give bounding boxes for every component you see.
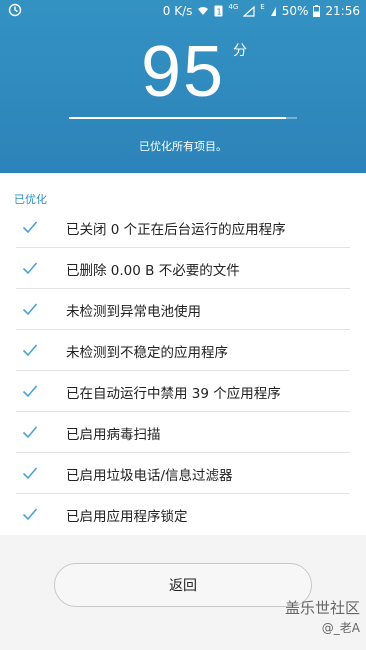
- list-item: 已启用垃圾电话/信息过滤器: [0, 453, 366, 494]
- check-icon: [22, 262, 38, 275]
- list-item-label: 已删除 0.00 B 不必要的文件: [66, 263, 240, 279]
- score-value: 95: [141, 32, 226, 112]
- svg-text:1: 1: [217, 8, 222, 17]
- list-item-label: 已启用应用程序锁定: [66, 509, 188, 525]
- list-item: 已启用应用程序锁定: [0, 494, 366, 535]
- check-icon: [22, 385, 38, 398]
- sim-icon: 1: [214, 5, 223, 17]
- list-item: 已启用病毒扫描: [0, 412, 366, 453]
- watermark-line-2: @_老A: [321, 621, 360, 635]
- network-type: 4G: [228, 3, 239, 11]
- score-area: 95 分: [0, 30, 366, 112]
- section-title: 已优化: [14, 193, 47, 206]
- list-item: 未检测到异常电池使用: [0, 289, 366, 330]
- back-button[interactable]: 返回: [54, 563, 312, 607]
- network-type-2: E: [260, 3, 265, 11]
- list-item: 未检测到不稳定的应用程序: [0, 330, 366, 371]
- list-item-label: 未检测到异常电池使用: [66, 304, 201, 320]
- optimization-summary: 已优化所有项目。: [139, 140, 227, 153]
- battery-icon: [313, 5, 321, 17]
- clock: 21:56: [325, 4, 360, 18]
- check-icon: [22, 508, 38, 521]
- score-unit: 分: [233, 43, 247, 59]
- signal-icon-2: [270, 6, 276, 16]
- battery-percent: 50%: [281, 4, 309, 18]
- signal-icon: [243, 5, 255, 17]
- check-icon: [22, 303, 38, 316]
- list-item-label: 已启用病毒扫描: [66, 427, 161, 443]
- score-progress-fill: [69, 117, 286, 119]
- check-icon: [22, 426, 38, 439]
- watermark: 盖乐世社区 @_老A: [285, 598, 360, 638]
- header-panel: 0 K/s 1 4G E 50% 21:56 95 分 已优化所有项目。: [0, 0, 366, 173]
- score-progress-track: [69, 117, 297, 119]
- list-item-label: 未检测到不稳定的应用程序: [66, 345, 228, 361]
- check-icon: [22, 344, 38, 357]
- list-item-label: 已启用垃圾电话/信息过滤器: [66, 468, 233, 484]
- list-item: 已在自动运行中禁用 39 个应用程序: [0, 371, 366, 412]
- check-icon: [22, 221, 38, 234]
- device-care-icon: [8, 3, 22, 17]
- wifi-icon: [198, 7, 209, 15]
- status-right: 0 K/s 1 4G E 50% 21:56: [163, 3, 360, 19]
- status-bar: 0 K/s 1 4G E 50% 21:56: [0, 0, 366, 22]
- optimized-list: 已关闭 0 个正在后台运行的应用程序 已删除 0.00 B 不必要的文件 未检测…: [0, 207, 366, 535]
- watermark-line-1: 盖乐世社区: [284, 599, 360, 617]
- check-icon: [22, 467, 38, 480]
- list-item-label: 已在自动运行中禁用 39 个应用程序: [66, 386, 281, 402]
- list-item: 已删除 0.00 B 不必要的文件: [0, 248, 366, 289]
- network-speed: 0 K/s: [162, 4, 193, 18]
- list-item-label: 已关闭 0 个正在后台运行的应用程序: [66, 222, 286, 238]
- list-item: 已关闭 0 个正在后台运行的应用程序: [0, 207, 366, 248]
